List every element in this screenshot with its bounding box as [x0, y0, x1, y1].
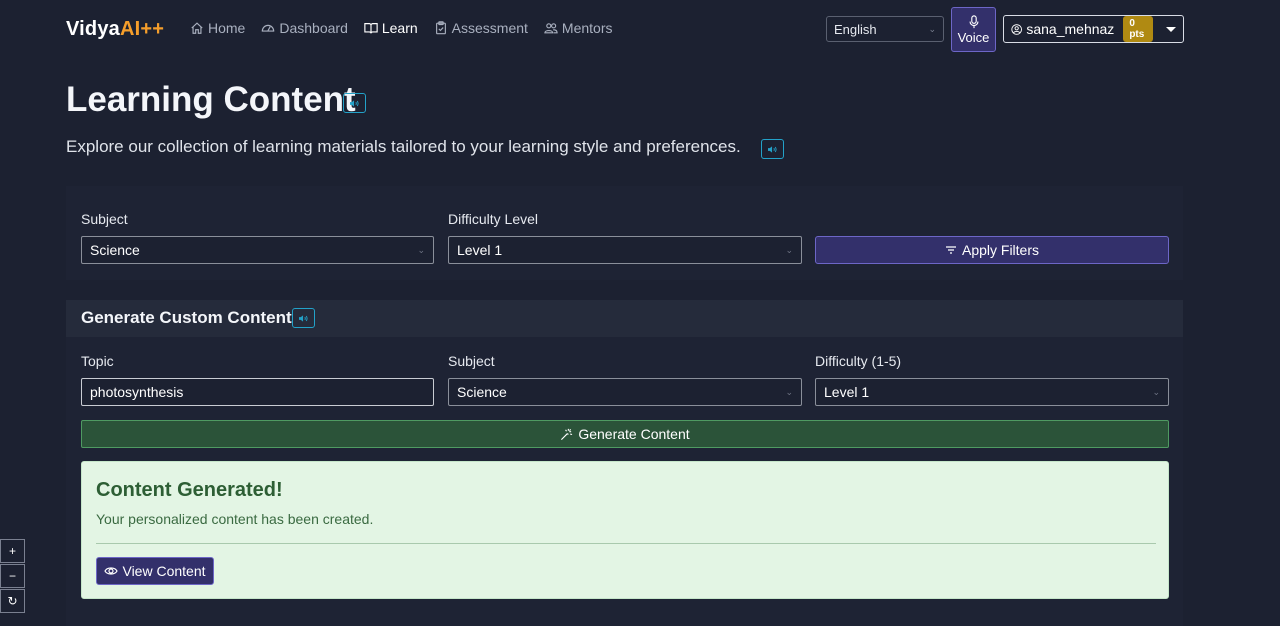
- page-subtitle: Explore our collection of learning mater…: [66, 137, 741, 156]
- username: sana_mehnaz: [1026, 21, 1115, 37]
- success-alert: Content Generated! Your personalized con…: [81, 461, 1169, 599]
- brand-accent: AI++: [120, 18, 165, 40]
- people-icon: [544, 23, 558, 34]
- apply-filters-label: Apply Filters: [961, 242, 1040, 258]
- plus-icon: +: [8, 544, 16, 558]
- speaker-icon: [350, 99, 359, 107]
- topic-input-value: photosynthesis: [90, 384, 184, 400]
- speaker-icon: [768, 145, 777, 153]
- custom-content-title: Generate Custom Content: [81, 308, 292, 327]
- filter-subject-label: Subject: [81, 211, 128, 227]
- dashboard-icon: [262, 24, 275, 32]
- filter-difficulty-select[interactable]: Level 1 ⌄: [448, 236, 802, 264]
- points-badge: 0 pts: [1123, 16, 1153, 42]
- topic-input[interactable]: photosynthesis: [81, 378, 434, 406]
- page-title: Learning Content: [66, 80, 356, 119]
- home-icon: [191, 22, 203, 34]
- brand-logo[interactable]: VidyaAI++: [66, 18, 164, 41]
- filter-icon: [945, 246, 956, 254]
- chevron-down-icon: ⌄: [928, 23, 936, 34]
- clipboard-check-icon: [435, 21, 446, 35]
- nav-dashboard-label: Dashboard: [279, 20, 348, 36]
- zoom-out-button[interactable]: −: [0, 564, 25, 588]
- custom-subject-select[interactable]: Science ⌄: [448, 378, 802, 406]
- custom-difficulty-value: Level 1: [824, 384, 870, 400]
- minus-icon: −: [8, 569, 16, 583]
- filter-subject-select[interactable]: Science ⌄: [81, 236, 434, 264]
- nav-assessment-label: Assessment: [451, 20, 528, 36]
- nav-mentors-label: Mentors: [561, 20, 613, 36]
- view-content-label: View Content: [122, 563, 206, 579]
- generate-content-button[interactable]: Generate Content: [81, 420, 1169, 448]
- filter-subject-value: Science: [90, 242, 140, 258]
- zoom-in-button[interactable]: +: [0, 539, 25, 563]
- view-content-button[interactable]: View Content: [96, 557, 214, 585]
- magic-wand-icon: [561, 428, 573, 440]
- speaker-icon: [299, 314, 308, 322]
- brand-name: Vidya: [66, 18, 120, 40]
- chevron-down-icon: ⌄: [1152, 386, 1160, 397]
- user-menu-button[interactable]: sana_mehnaz 0 pts: [1003, 15, 1184, 43]
- chevron-down-icon: ⌄: [785, 244, 793, 255]
- voice-button[interactable]: Voice: [951, 7, 996, 52]
- navbar: VidyaAI++ Home Dashboard Learn Assessmen…: [0, 0, 1280, 58]
- nav-mentors[interactable]: Mentors: [544, 20, 613, 36]
- nav-home-label: Home: [208, 20, 246, 36]
- book-icon: [364, 23, 378, 34]
- eye-icon: [104, 567, 119, 575]
- chevron-down-icon: ⌄: [785, 386, 793, 397]
- person-circle-icon: [1011, 23, 1022, 35]
- alert-title: Content Generated!: [96, 479, 283, 501]
- nav-assessment[interactable]: Assessment: [434, 20, 528, 36]
- custom-difficulty-select[interactable]: Level 1 ⌄: [815, 378, 1169, 406]
- nav-dashboard[interactable]: Dashboard: [261, 20, 348, 36]
- alert-divider: [96, 543, 1156, 544]
- custom-title-speak-button[interactable]: [292, 308, 315, 328]
- nav-learn-label: Learn: [381, 20, 418, 36]
- mic-icon: [968, 14, 979, 28]
- filter-difficulty-label: Difficulty Level: [448, 211, 539, 227]
- custom-subject-value: Science: [457, 384, 507, 400]
- topic-label: Topic: [81, 353, 114, 369]
- filter-difficulty-value: Level 1: [457, 242, 503, 258]
- generate-content-label: Generate Content: [578, 426, 690, 442]
- zoom-reset-button[interactable]: ↻: [0, 589, 25, 613]
- language-value: English: [834, 21, 877, 37]
- custom-difficulty-label: Difficulty (1-5): [815, 353, 902, 369]
- custom-subject-label: Subject: [448, 353, 495, 369]
- title-speak-button[interactable]: [343, 93, 366, 113]
- main-nav: Home Dashboard Learn Assessment Mentors: [190, 20, 613, 36]
- voice-label: Voice: [957, 29, 990, 45]
- reset-icon: ↻: [7, 594, 18, 608]
- nav-learn[interactable]: Learn: [364, 20, 418, 36]
- apply-filters-button[interactable]: Apply Filters: [815, 236, 1169, 264]
- alert-message: Your personalized content has been creat…: [96, 511, 374, 527]
- language-select[interactable]: English ⌄: [826, 16, 944, 42]
- caret-down-icon: [1166, 26, 1176, 32]
- chevron-down-icon: ⌄: [417, 244, 425, 255]
- nav-home[interactable]: Home: [190, 20, 245, 36]
- filter-panel: [66, 186, 1183, 280]
- subtitle-speak-button[interactable]: [761, 139, 784, 159]
